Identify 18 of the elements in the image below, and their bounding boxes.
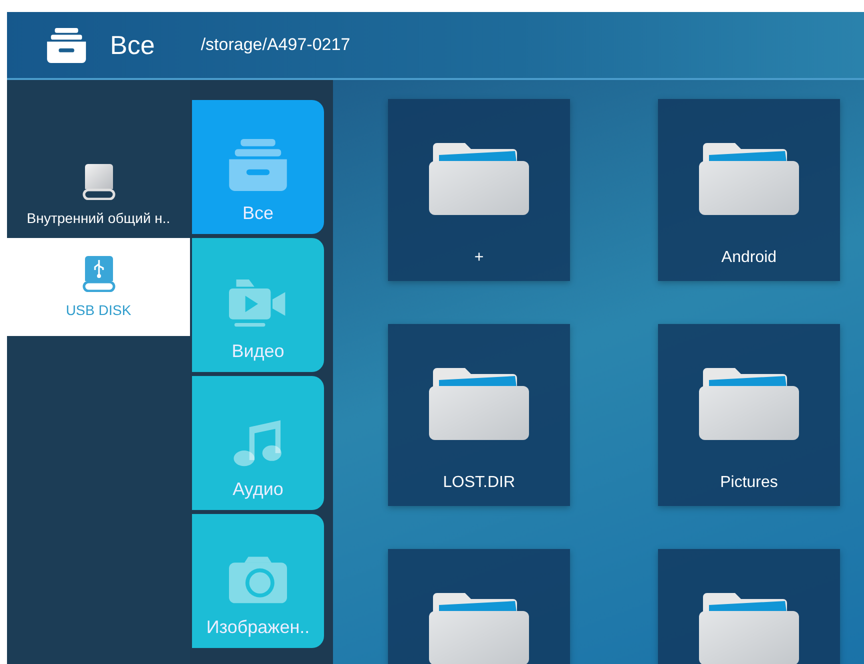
folder-icon	[429, 366, 529, 440]
folder-icon	[699, 366, 799, 440]
folder-tile[interactable]: Android	[658, 99, 840, 281]
drawer-icon	[229, 139, 287, 191]
folder-tile[interactable]: LOST.DIR	[388, 324, 570, 506]
folder-icon	[429, 141, 529, 215]
folder-icon	[429, 591, 529, 664]
folder-tile[interactable]: Pictures	[658, 324, 840, 506]
usb-drive-icon	[82, 256, 116, 292]
drive-icon	[82, 164, 116, 200]
video-camera-icon	[229, 277, 287, 329]
folder-icon	[699, 141, 799, 215]
drawer-icon	[47, 28, 86, 62]
path-text: /storage/A497-0217	[200, 35, 350, 55]
header-title: Все	[110, 30, 155, 60]
storage-item[interactable]: Внутренний общий н..	[7, 100, 190, 238]
folder-icon	[699, 591, 799, 664]
folder-tile[interactable]: +	[388, 99, 570, 281]
